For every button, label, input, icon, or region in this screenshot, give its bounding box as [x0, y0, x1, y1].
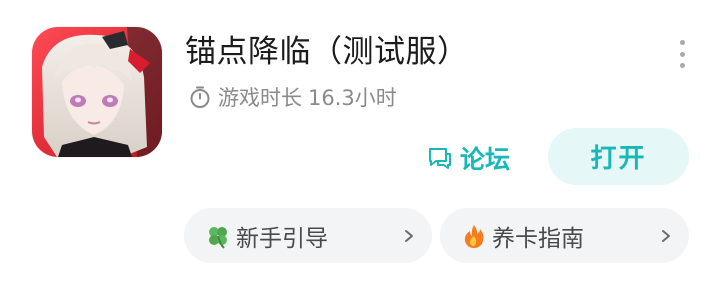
open-button[interactable]: 打开: [548, 128, 689, 185]
beginner-guide-chip[interactable]: 新手引导: [184, 208, 432, 263]
beginner-guide-label: 新手引导: [236, 225, 328, 252]
card-guide-label: 养卡指南: [492, 225, 584, 252]
playtime-label: 游戏时长: [218, 86, 302, 110]
forum-label: 论坛: [460, 145, 511, 174]
more-dot-icon: [679, 40, 685, 45]
clover-icon: [209, 226, 227, 249]
more-dot-icon: [679, 63, 685, 68]
chat-bubble-icon: [429, 148, 451, 169]
app-title: 锚点降临（测试服）: [185, 34, 469, 70]
timer-icon: [190, 86, 210, 108]
chevron-right-icon: [662, 229, 670, 242]
playtime-row: 游戏时长 16.3小时: [188, 82, 397, 112]
fire-icon: [464, 224, 484, 248]
more-dot-icon: [679, 51, 685, 57]
playtime-value: 16.3小时: [308, 86, 397, 110]
chevron-right-icon: [405, 229, 413, 242]
app-icon[interactable]: [32, 27, 162, 157]
anime-character-icon: [32, 27, 162, 157]
card-guide-chip[interactable]: 养卡指南: [440, 208, 689, 263]
forum-button[interactable]: 论坛: [426, 138, 510, 178]
more-options-button[interactable]: [668, 34, 696, 74]
